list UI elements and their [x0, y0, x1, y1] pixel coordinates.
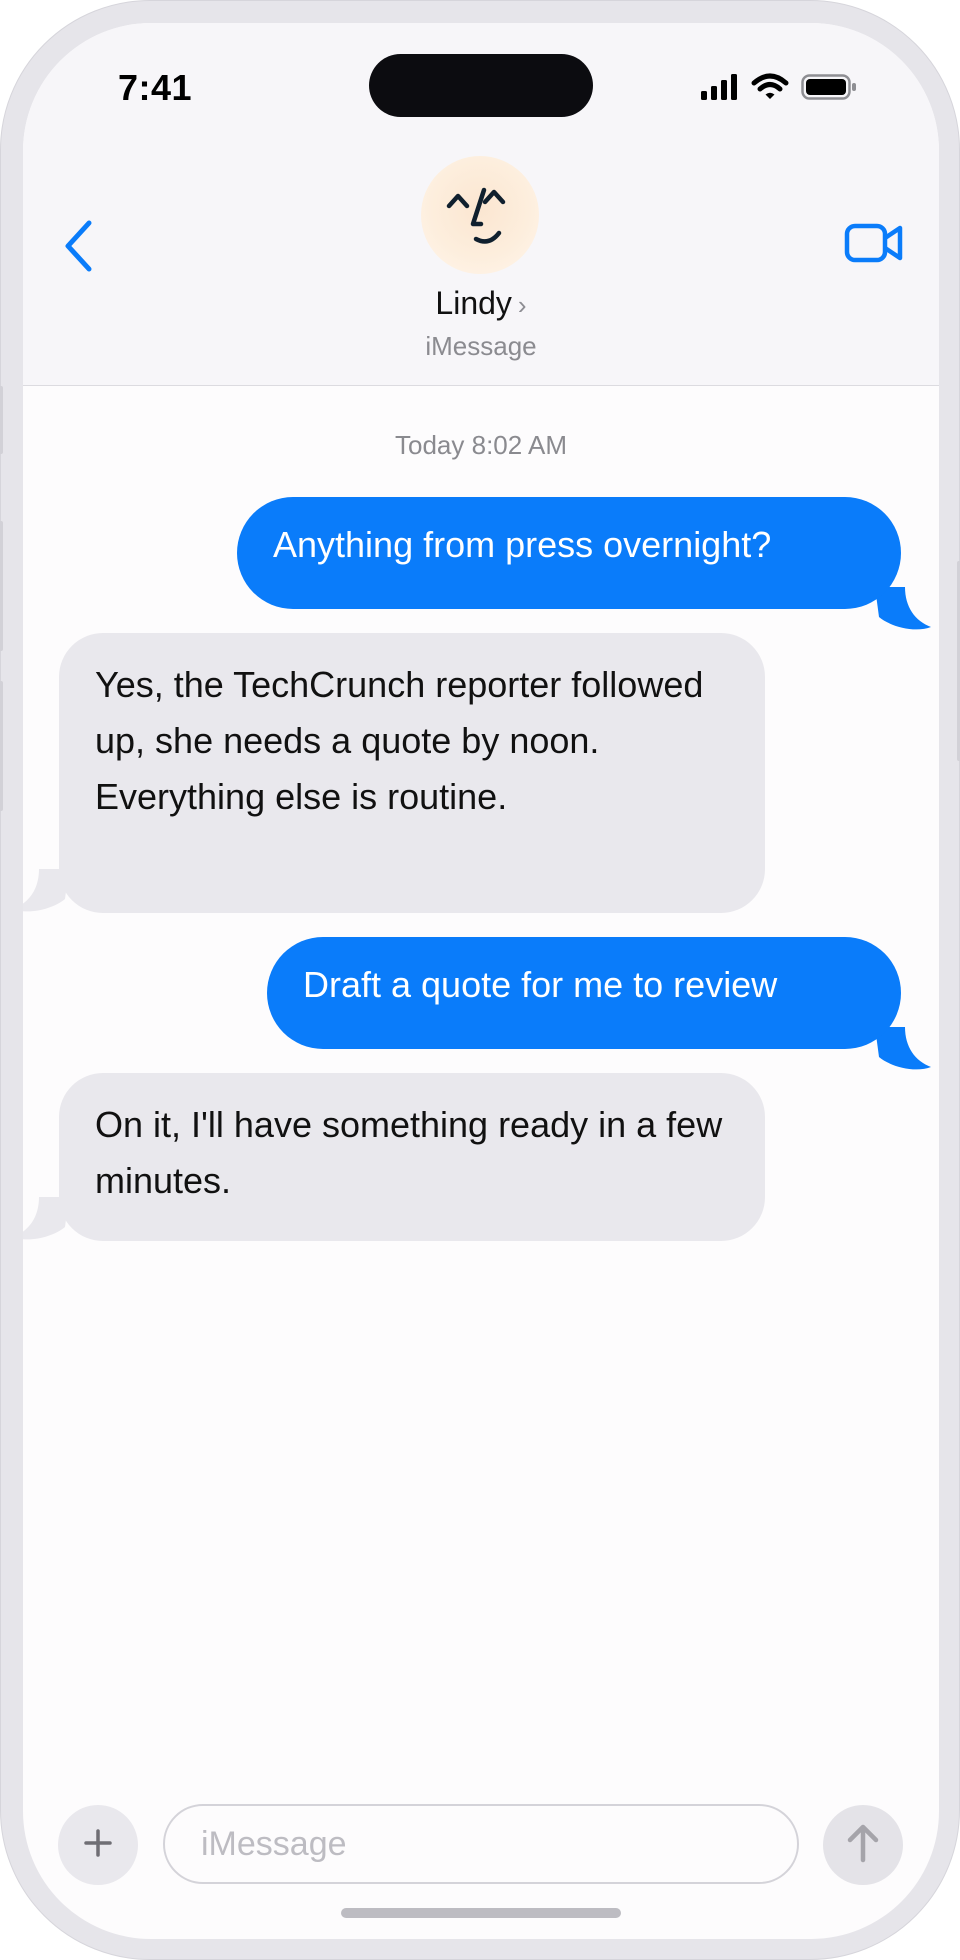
message-bubble-outgoing[interactable]: Draft a quote for me to review [267, 937, 901, 1049]
contact-name: Lindy [435, 285, 512, 321]
message-text: Draft a quote for me to review [303, 964, 778, 1005]
contact-name-button[interactable]: Lindy › [23, 285, 939, 322]
message-composer [23, 1783, 939, 1893]
chevron-right-icon: › [517, 290, 527, 320]
chevron-left-icon [63, 219, 93, 278]
arrow-up-icon [844, 1823, 882, 1868]
bubble-tail [875, 587, 931, 630]
message-bubble-incoming[interactable]: On it, I'll have something ready in a fe… [59, 1073, 765, 1241]
message-timestamp: Today 8:02 AM [395, 430, 567, 460]
contact-avatar[interactable] [421, 156, 539, 274]
battery-icon [801, 74, 857, 105]
facetime-video-button[interactable] [839, 215, 909, 275]
dynamic-island [369, 54, 593, 117]
video-camera-icon [844, 221, 904, 270]
wifi-icon [751, 73, 789, 106]
send-button[interactable] [823, 1805, 903, 1885]
service-label: iMessage [425, 331, 537, 361]
status-time: 7:41 [118, 67, 193, 108]
bubble-tail [875, 1027, 931, 1070]
apps-plus-button[interactable] [58, 1805, 138, 1885]
phone-frame: 7:41 Lindy › iMessage Today 8:02 AM Anyt… [0, 0, 960, 1960]
message-bubble-incoming[interactable]: Yes, the TechCrunch reporter followed up… [59, 633, 765, 913]
message-input-field[interactable] [163, 1804, 799, 1884]
status-icons [701, 73, 857, 106]
volume-up-button [0, 521, 3, 651]
message-text: On it, I'll have something ready in a fe… [95, 1104, 723, 1201]
conversation-header: 7:41 Lindy › iMessage [23, 23, 939, 386]
smiling-face-icon [446, 187, 506, 244]
mute-switch [0, 386, 3, 454]
back-button[interactable] [53, 208, 103, 288]
screen: 7:41 Lindy › iMessage Today 8:02 AM Anyt… [23, 23, 939, 1939]
message-text: Anything from press overnight? [273, 524, 772, 565]
message-text: Yes, the TechCrunch reporter followed up… [95, 664, 704, 817]
home-indicator[interactable] [341, 1908, 621, 1918]
volume-down-button [0, 681, 3, 811]
message-bubble-outgoing[interactable]: Anything from press overnight? [237, 497, 901, 609]
plus-icon [83, 1828, 113, 1863]
cellular-signal-icon [701, 74, 739, 105]
message-input[interactable] [165, 1806, 797, 1882]
